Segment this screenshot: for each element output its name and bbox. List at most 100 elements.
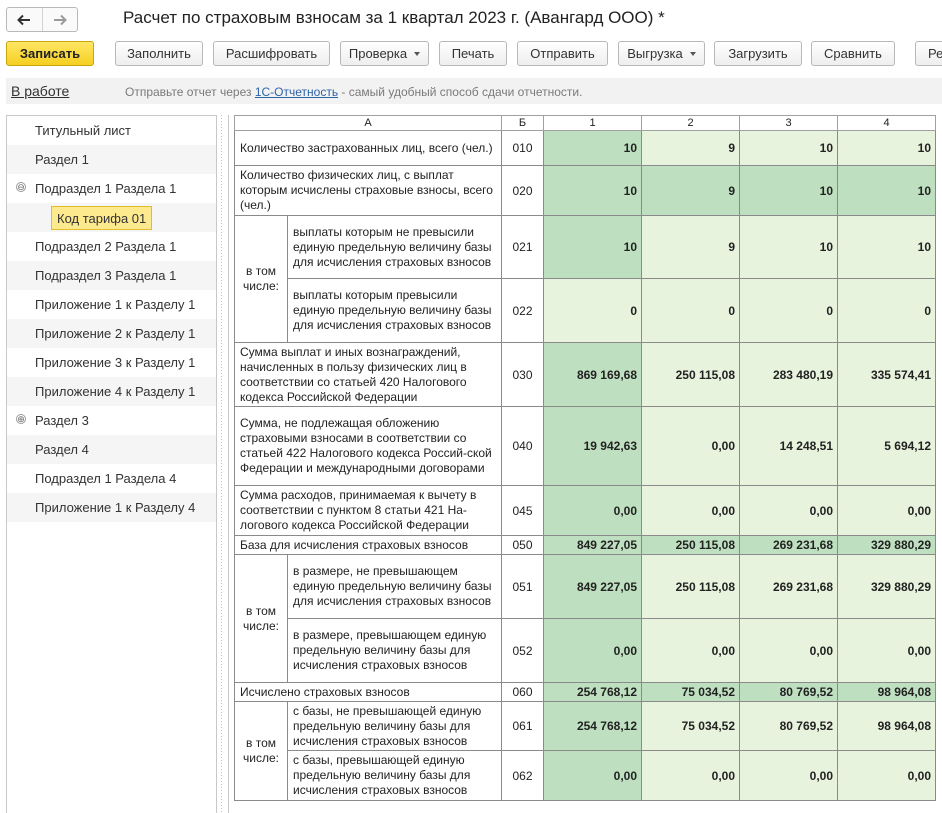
row-code: 060 bbox=[501, 682, 544, 702]
column-header-2: 2 bbox=[641, 115, 740, 131]
value-cell[interactable]: 0,00 bbox=[739, 485, 838, 536]
value-cell[interactable]: 75 034,52 bbox=[641, 701, 740, 751]
value-cell[interactable]: 329 880,29 bbox=[837, 535, 936, 555]
value-cell[interactable]: 254 768,12 bbox=[543, 701, 642, 751]
tree-item-subsection-1-4[interactable]: Подраздел 1 Раздела 4 bbox=[7, 464, 216, 493]
sections-tree: Титульный лист Раздел 1 ⊖ Подраздел 1 Ра… bbox=[6, 115, 217, 813]
value-cell[interactable]: 0,00 bbox=[837, 485, 936, 536]
value-cell[interactable]: 0,00 bbox=[837, 618, 936, 683]
value-cell[interactable]: 0,00 bbox=[543, 618, 642, 683]
print-button[interactable]: Печать bbox=[439, 41, 507, 66]
more-commands-button[interactable]: Ре bbox=[915, 41, 942, 66]
value-cell[interactable]: 10 bbox=[739, 130, 838, 166]
load-button[interactable]: Загрузить bbox=[714, 41, 802, 66]
send-button[interactable]: Отправить bbox=[517, 41, 608, 66]
row-code: 022 bbox=[501, 278, 544, 343]
arrow-right-icon bbox=[53, 14, 67, 25]
value-cell[interactable]: 254 768,12 bbox=[543, 682, 642, 702]
navigation-buttons bbox=[6, 7, 78, 32]
value-cell[interactable]: 19 942,63 bbox=[543, 406, 642, 486]
value-cell[interactable]: 0 bbox=[837, 278, 936, 343]
expand-icon[interactable]: ⊕ bbox=[16, 414, 26, 424]
value-cell[interactable]: 849 227,05 bbox=[543, 554, 642, 619]
panel-splitter[interactable] bbox=[219, 115, 227, 813]
value-cell[interactable]: 0,00 bbox=[739, 750, 838, 801]
value-cell[interactable]: 269 231,68 bbox=[739, 554, 838, 619]
value-cell[interactable]: 283 480,19 bbox=[739, 342, 838, 407]
fill-button[interactable]: Заполнить bbox=[115, 41, 203, 66]
value-cell[interactable]: 0 bbox=[641, 278, 740, 343]
row-label: в размере, не превышающем единую предель… bbox=[287, 554, 502, 619]
value-cell[interactable]: 5 694,12 bbox=[837, 406, 936, 486]
info-message: Отправьте отчет через 1С-Отчетность - са… bbox=[125, 85, 583, 99]
save-button[interactable]: Записать bbox=[6, 41, 94, 66]
value-cell[interactable]: 10 bbox=[543, 215, 642, 279]
value-cell[interactable]: 10 bbox=[739, 165, 838, 216]
collapse-icon[interactable]: ⊖ bbox=[16, 182, 26, 192]
export-dropdown-button[interactable]: Выгрузка bbox=[618, 41, 705, 66]
value-cell[interactable]: 0,00 bbox=[739, 618, 838, 683]
check-dropdown-button[interactable]: Проверка bbox=[340, 41, 429, 66]
tree-item-appendix-1-4[interactable]: Приложение 1 к Разделу 4 bbox=[7, 493, 216, 522]
value-cell[interactable]: 329 880,29 bbox=[837, 554, 936, 619]
value-cell[interactable]: 335 574,41 bbox=[837, 342, 936, 407]
value-cell[interactable]: 0,00 bbox=[641, 750, 740, 801]
value-cell[interactable]: 80 769,52 bbox=[739, 682, 838, 702]
tree-item-appendix-2-1[interactable]: Приложение 2 к Разделу 1 bbox=[7, 319, 216, 348]
value-cell[interactable]: 0,00 bbox=[837, 750, 936, 801]
value-cell[interactable]: 10 bbox=[739, 215, 838, 279]
value-cell[interactable]: 14 248,51 bbox=[739, 406, 838, 486]
status-link[interactable]: В работе bbox=[11, 83, 69, 99]
value-cell[interactable]: 849 227,05 bbox=[543, 535, 642, 555]
back-button[interactable] bbox=[7, 8, 42, 31]
value-cell[interactable]: 0,00 bbox=[543, 750, 642, 801]
value-cell[interactable]: 250 115,08 bbox=[641, 535, 740, 555]
value-cell[interactable]: 0,00 bbox=[641, 406, 740, 486]
value-cell[interactable]: 10 bbox=[543, 130, 642, 166]
value-cell[interactable]: 0,00 bbox=[543, 485, 642, 536]
value-cell[interactable]: 10 bbox=[837, 130, 936, 166]
value-cell[interactable]: 269 231,68 bbox=[739, 535, 838, 555]
value-cell[interactable]: 80 769,52 bbox=[739, 701, 838, 751]
value-cell[interactable]: 98 964,08 bbox=[837, 701, 936, 751]
arrow-left-icon bbox=[17, 14, 31, 25]
value-cell[interactable]: 10 bbox=[837, 165, 936, 216]
tree-item-appendix-4-1[interactable]: Приложение 4 к Разделу 1 bbox=[7, 377, 216, 406]
compare-button[interactable]: Сравнить bbox=[811, 41, 895, 66]
tree-item-section-1[interactable]: Раздел 1 bbox=[7, 145, 216, 174]
tree-item-subsection-2-1[interactable]: Подраздел 2 Раздела 1 bbox=[7, 232, 216, 261]
forward-button[interactable] bbox=[41, 8, 78, 31]
tree-item-subsection-1-1[interactable]: ⊖ Подраздел 1 Раздела 1 bbox=[7, 174, 216, 203]
value-cell[interactable]: 9 bbox=[641, 215, 740, 279]
value-cell[interactable]: 10 bbox=[543, 165, 642, 216]
value-cell[interactable]: 98 964,08 bbox=[837, 682, 936, 702]
table-row: в том числе: с базы, не превышающей един… bbox=[234, 701, 936, 801]
value-cell[interactable]: 9 bbox=[641, 130, 740, 166]
value-cell[interactable]: 250 115,08 bbox=[641, 342, 740, 407]
report-form: А Б 1 2 3 4 Количество застрахованных ли… bbox=[228, 115, 942, 813]
decode-button[interactable]: Расшифровать bbox=[213, 41, 330, 66]
tree-item-section-4[interactable]: Раздел 4 bbox=[7, 435, 216, 464]
tree-item-appendix-1-1[interactable]: Приложение 1 к Разделу 1 bbox=[7, 290, 216, 319]
row-label: Сумма, не подлежащая обложению страховым… bbox=[234, 406, 502, 486]
value-cell[interactable]: 0,00 bbox=[641, 485, 740, 536]
column-header-row: А Б 1 2 3 4 bbox=[234, 115, 936, 131]
value-cell[interactable]: 10 bbox=[837, 215, 936, 279]
value-cell[interactable]: 250 115,08 bbox=[641, 554, 740, 619]
tree-item-subsection-3-1[interactable]: Подраздел 3 Раздела 1 bbox=[7, 261, 216, 290]
value-cell[interactable]: 0 bbox=[739, 278, 838, 343]
table-row: Количество физических лиц, с выплат кото… bbox=[234, 165, 936, 216]
tree-item-title-page[interactable]: Титульный лист bbox=[7, 116, 216, 145]
value-cell[interactable]: 0,00 bbox=[641, 618, 740, 683]
tree-item-appendix-3-1[interactable]: Приложение 3 к Разделу 1 bbox=[7, 348, 216, 377]
row-code: 052 bbox=[501, 618, 544, 683]
reporting-service-link[interactable]: 1С-Отчетность bbox=[255, 85, 338, 99]
tree-item-section-3[interactable]: ⊕ Раздел 3 bbox=[7, 406, 216, 435]
value-cell[interactable]: 75 034,52 bbox=[641, 682, 740, 702]
table-row: с базы, превышающей единую предельную ве… bbox=[235, 750, 936, 801]
value-cell[interactable]: 9 bbox=[641, 165, 740, 216]
tree-item-tariff-code-01[interactable]: Код тарифа 01 bbox=[7, 203, 216, 232]
value-cell[interactable]: 869 169,68 bbox=[543, 342, 642, 407]
row-code: 030 bbox=[501, 342, 544, 407]
value-cell[interactable]: 0 bbox=[543, 278, 642, 343]
